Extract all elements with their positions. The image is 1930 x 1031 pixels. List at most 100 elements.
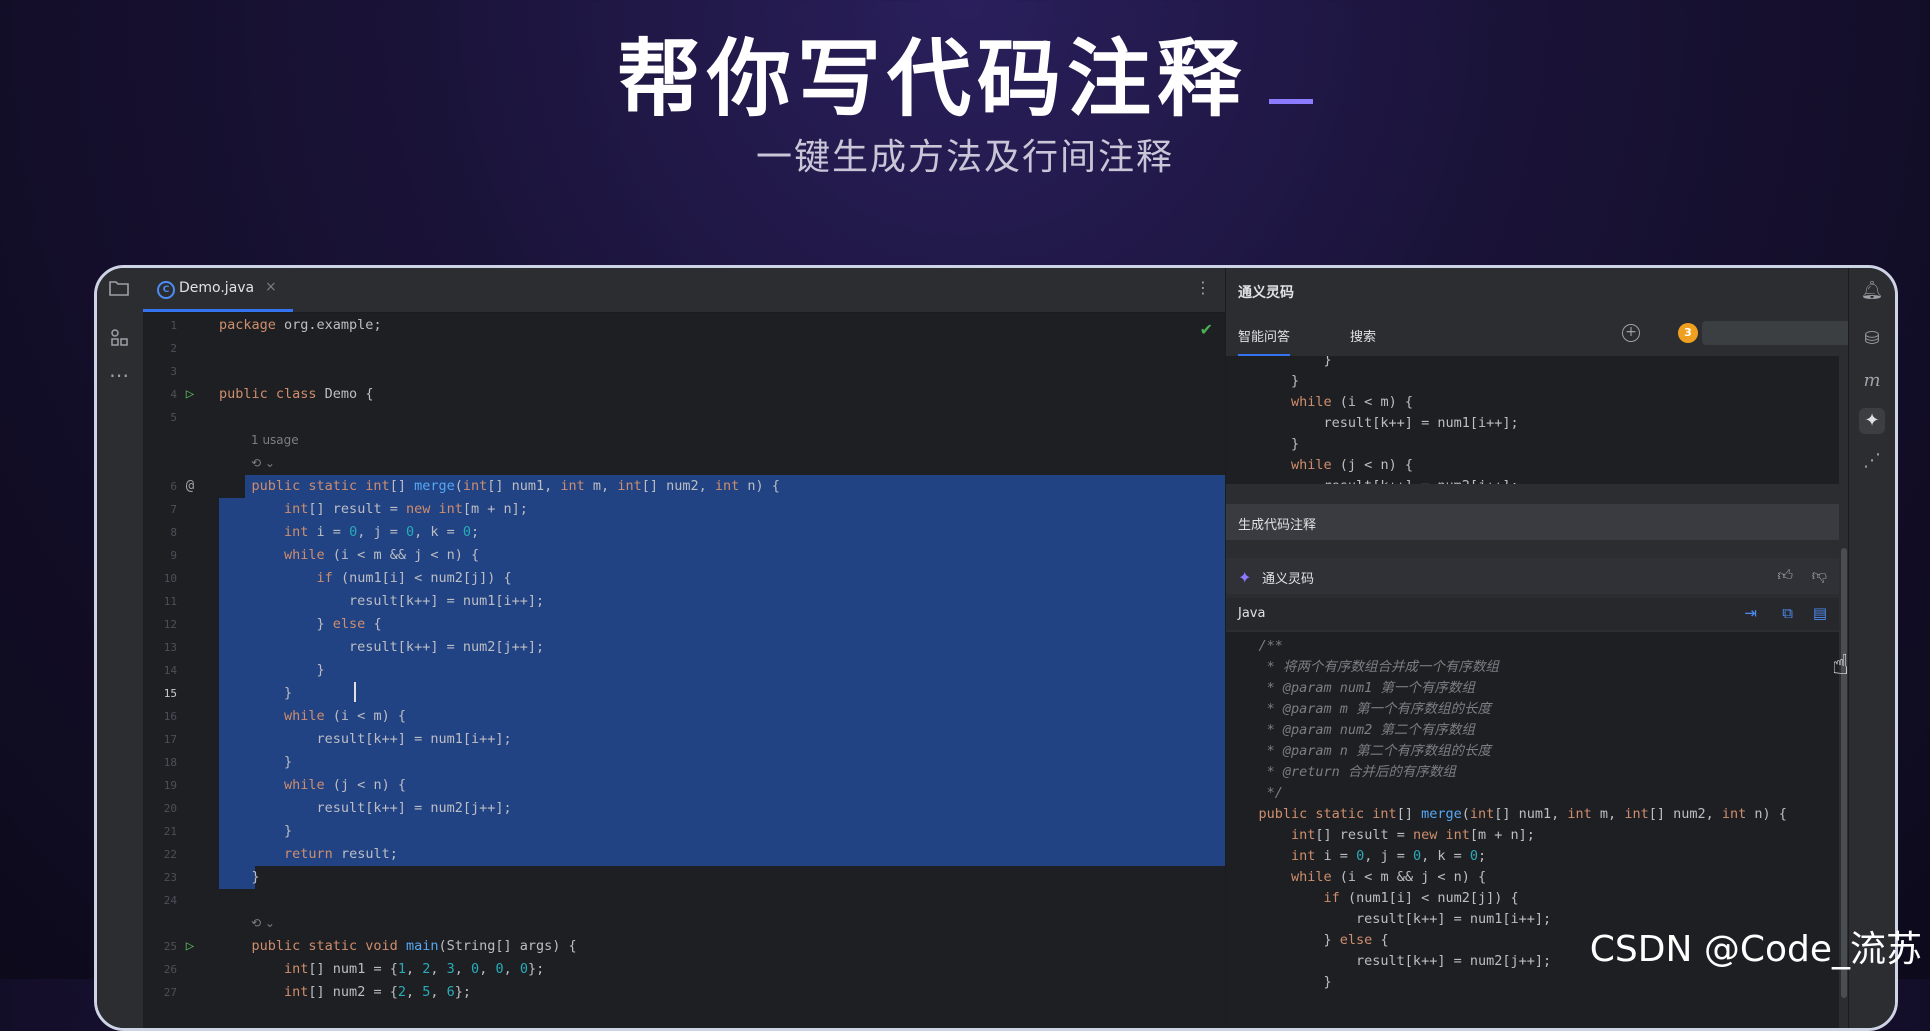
code-line[interactable]: 22 return result; xyxy=(143,843,1225,866)
tab-search[interactable]: 搜索 xyxy=(1350,326,1376,345)
run-gutter-icon[interactable]: ▷ xyxy=(181,935,199,958)
generated-code-line: /** xyxy=(1258,638,1283,654)
line-number: 10 xyxy=(163,572,177,585)
line-number: 16 xyxy=(163,710,177,723)
code-line[interactable]: 19 while (j < n) { xyxy=(143,774,1225,797)
code-line[interactable]: 13 result[k++] = num2[j++]; xyxy=(143,636,1225,659)
code-line[interactable]: 5 xyxy=(143,406,1225,429)
editor-tabbar: C Demo.java × ⋮ xyxy=(143,268,1225,313)
usages-gutter-icon[interactable]: @ xyxy=(181,475,199,498)
thumbs-up-icon[interactable]: 👍︎ xyxy=(1777,566,1793,585)
line-number: 2 xyxy=(170,342,177,355)
more-tools-icon[interactable]: ⋯ xyxy=(106,362,132,388)
code-line[interactable]: 27 int[] num2 = {2, 5, 6}; xyxy=(143,981,1225,1004)
code-text: } xyxy=(219,754,293,770)
generated-code-line: if (num1[i] < num2[j]) { xyxy=(1323,890,1519,906)
tab-smart-qa[interactable]: 智能问答 xyxy=(1238,326,1291,357)
tab-options-icon[interactable]: ⋮ xyxy=(1195,278,1211,297)
code-line[interactable]: ⟲ ⌄ xyxy=(143,452,1225,475)
code-line[interactable]: 8 int i = 0, j = 0, k = 0; xyxy=(143,521,1225,544)
code-line[interactable]: 15 } xyxy=(143,682,1225,705)
notification-badge[interactable]: 3 xyxy=(1678,323,1698,343)
code-line[interactable]: 25 ▷ public static void main(String[] arg… xyxy=(143,935,1225,958)
panel-tabs: 智能问答 搜索 + 3 ▼ xyxy=(1226,318,1864,357)
code-text: while (j < n) { xyxy=(284,777,406,793)
thumbs-down-icon[interactable]: 👎︎ xyxy=(1812,566,1827,585)
database-icon[interactable]: ⛁ xyxy=(1859,326,1885,352)
code-line[interactable]: 21 } xyxy=(143,820,1225,843)
code-line[interactable]: 14 } xyxy=(143,659,1225,682)
response-author: 通义灵码 xyxy=(1262,572,1315,587)
chat-code-line: } xyxy=(1226,356,1332,368)
tab-label: Demo.java xyxy=(179,280,255,296)
right-toolbar: 🔔︎ ⛁ m ✦ ⋰ xyxy=(1848,268,1895,1028)
ide-window: ⋯ C Demo.java × ⋮ ✔ 1 package org.example… xyxy=(94,265,1898,1031)
code-vision-hint[interactable]: ⟲ ⌄ xyxy=(251,452,275,475)
notifications-icon[interactable]: 🔔︎ xyxy=(1859,278,1885,304)
line-number: 11 xyxy=(163,595,177,608)
code-line[interactable]: 16 while (i < m) { xyxy=(143,705,1225,728)
code-vision-hint[interactable]: ⟲ ⌄ xyxy=(251,912,275,935)
code-line[interactable]: 17 result[k++] = num1[i++]; xyxy=(143,728,1225,751)
generated-code-line: int i = 0, j = 0, k = 0; xyxy=(1291,848,1487,864)
generated-code-line: * @param num2 第二个有序数组 xyxy=(1258,722,1475,738)
code-line[interactable]: 12 } else { xyxy=(143,613,1225,636)
project-folder-icon[interactable] xyxy=(106,278,132,304)
model-select[interactable] xyxy=(1702,321,1852,345)
structure-icon[interactable] xyxy=(106,326,132,352)
hero-title: 帮你写代码注释 xyxy=(0,12,1930,133)
code-line[interactable]: 9 while (i < m && j < n) { xyxy=(143,544,1225,567)
code-line[interactable]: 6 @ public static int[] merge(int[] num1,… xyxy=(143,475,1225,498)
generated-code-line: public static int[] merge(int[] num1, in… xyxy=(1258,806,1787,822)
code-line[interactable]: 7 int[] result = new int[m + n]; xyxy=(143,498,1225,521)
hand-pointer-cursor: ☝ xyxy=(1832,648,1850,681)
tab-demo-java[interactable]: C Demo.java × xyxy=(143,268,293,312)
code-vision-hint[interactable]: 1 usage xyxy=(251,429,299,452)
gradle-icon[interactable]: ⋰ xyxy=(1859,448,1885,474)
code-line[interactable]: 4 ▷ public class Demo { xyxy=(143,383,1225,406)
chat-code-line: result[k++] = num2[j++]; xyxy=(1226,476,1839,484)
code-line[interactable]: ⟲ ⌄ xyxy=(143,912,1225,935)
code-line[interactable]: 26 int[] num1 = {1, 2, 3, 0, 0, 0}; xyxy=(143,958,1225,981)
tongyi-lingma-icon[interactable]: ✦ xyxy=(1859,408,1885,434)
csdn-watermark: CSDN @Code_流苏 xyxy=(1589,929,1922,970)
line-number: 5 xyxy=(170,411,177,424)
code-line[interactable]: 3 xyxy=(143,360,1225,383)
line-number: 26 xyxy=(163,963,177,976)
code-line[interactable]: 11 result[k++] = num1[i++]; xyxy=(143,590,1225,613)
tab-close-icon[interactable]: × xyxy=(265,279,277,295)
new-chat-icon[interactable]: + xyxy=(1622,324,1640,342)
run-gutter-icon[interactable]: ▷ xyxy=(181,383,199,406)
maven-icon[interactable]: m xyxy=(1859,368,1885,394)
code-line[interactable]: 18 } xyxy=(143,751,1225,774)
chat-code-line: while (i < m) { xyxy=(1291,394,1413,410)
user-message: 生成代码注释 xyxy=(1226,504,1839,540)
code-text: if (num1[i] < num2[j]) { xyxy=(316,570,512,586)
code-line[interactable]: 20 result[k++] = num2[j++]; xyxy=(143,797,1225,820)
code-line[interactable]: 1 package org.example; xyxy=(143,314,1225,337)
line-number: 12 xyxy=(163,618,177,631)
line-number: 17 xyxy=(163,733,177,746)
code-area[interactable]: 1 package org.example; 2 3 4 ▷ public class De… xyxy=(143,314,1225,1028)
code-text: return result; xyxy=(284,846,398,862)
code-line[interactable]: 23 } xyxy=(143,866,1225,889)
line-number: 21 xyxy=(163,825,177,838)
code-text: while (i < m && j < n) { xyxy=(284,547,480,563)
chat-code-line: while (j < n) { xyxy=(1291,457,1413,473)
code-line[interactable]: 10 if (num1[i] < num2[j]) { xyxy=(143,567,1225,590)
generated-code-line: */ xyxy=(1258,785,1283,801)
insert-code-icon[interactable]: ⇥ xyxy=(1744,604,1757,622)
generated-code-line: } xyxy=(1226,974,1332,990)
code-line[interactable]: 24 xyxy=(143,889,1225,912)
new-file-icon[interactable]: ▤ xyxy=(1813,604,1827,622)
previous-code-block: } } while (i < m) { result[k++] = num1[i… xyxy=(1226,356,1839,484)
code-line[interactable]: 1 usage xyxy=(143,429,1225,452)
code-text: while (i < m) { xyxy=(284,708,406,724)
line-number: 18 xyxy=(163,756,177,769)
code-text: } xyxy=(219,869,260,885)
code-text: package org.example; xyxy=(219,317,382,333)
generated-code-line: * @param m 第一个有序数组的长度 xyxy=(1258,701,1492,717)
code-line[interactable]: 2 xyxy=(143,337,1225,360)
code-text: } else { xyxy=(219,616,382,632)
copy-icon[interactable]: ⧉ xyxy=(1782,604,1793,622)
